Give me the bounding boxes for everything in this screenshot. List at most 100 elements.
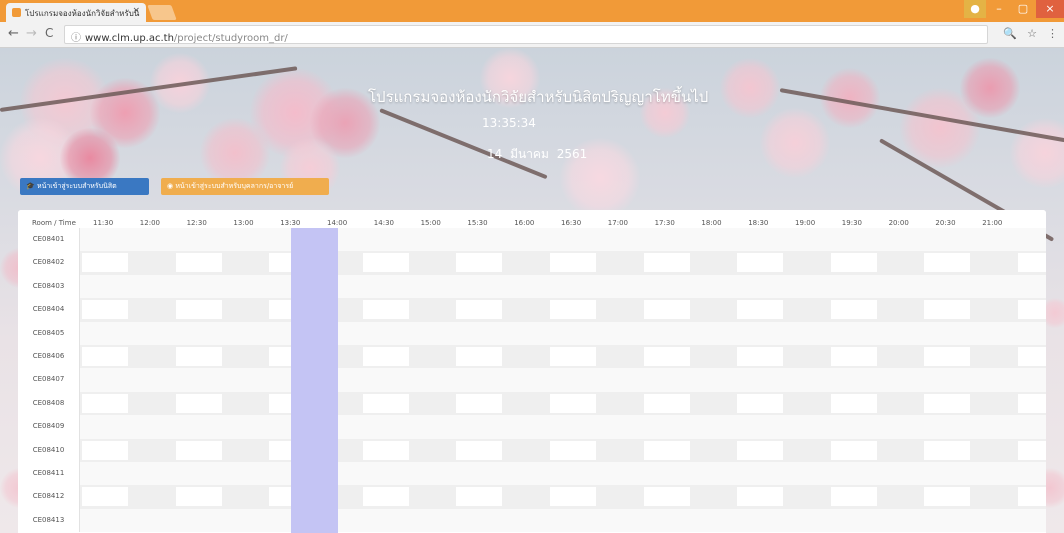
time-slot[interactable] (82, 440, 128, 460)
time-slot[interactable] (82, 511, 128, 530)
time-slot[interactable] (550, 511, 596, 530)
time-slot[interactable] (830, 300, 877, 320)
time-slot[interactable] (456, 300, 503, 320)
time-slot[interactable] (690, 370, 736, 389)
time-slot[interactable] (82, 464, 128, 483)
time-slot[interactable] (971, 324, 1017, 343)
time-slot[interactable] (129, 277, 175, 296)
time-slot[interactable] (831, 277, 877, 296)
zoom-icon[interactable]: 🔍 (1003, 27, 1017, 40)
time-slot[interactable] (410, 511, 456, 530)
time-slot[interactable] (503, 417, 549, 436)
time-slot[interactable] (597, 464, 643, 483)
time-slot[interactable] (690, 417, 736, 436)
time-slot[interactable] (550, 277, 596, 296)
time-slot[interactable] (924, 417, 970, 436)
time-slot[interactable] (971, 417, 1017, 436)
time-slot[interactable] (456, 370, 502, 389)
time-slot[interactable] (737, 464, 783, 483)
time-slot[interactable] (410, 464, 456, 483)
time-slot[interactable] (1018, 347, 1046, 366)
time-slot[interactable] (176, 370, 222, 389)
time-slot[interactable] (737, 370, 783, 389)
time-slot[interactable] (129, 464, 175, 483)
time-slot[interactable] (737, 393, 784, 413)
time-slot[interactable] (690, 511, 736, 530)
time-slot[interactable] (82, 324, 128, 343)
time-slot[interactable] (222, 277, 268, 296)
time-slot[interactable] (878, 230, 924, 249)
time-slot[interactable] (362, 393, 409, 413)
time-slot[interactable] (410, 370, 456, 389)
time-slot[interactable] (550, 417, 596, 436)
time-slot[interactable] (456, 417, 502, 436)
browser-tab[interactable]: โปรแกรมจองห้องนักวิจัยสำหรับนิ × (6, 3, 146, 22)
time-slot[interactable] (362, 440, 409, 460)
time-slot[interactable] (456, 487, 503, 507)
time-slot[interactable] (830, 487, 877, 507)
time-slot[interactable] (1018, 253, 1046, 273)
time-slot[interactable] (878, 511, 924, 530)
time-slot[interactable] (82, 230, 128, 249)
time-slot[interactable] (878, 464, 924, 483)
time-slot[interactable] (175, 300, 222, 320)
time-slot[interactable] (129, 417, 175, 436)
time-slot[interactable] (643, 300, 690, 320)
bookmark-star-icon[interactable]: ☆ (1027, 27, 1037, 40)
time-slot[interactable] (971, 370, 1017, 389)
url-input[interactable]: ⓘ www.clm.up.ac.th/project/studyroom_dr/ (64, 25, 988, 44)
time-slot[interactable] (971, 511, 1017, 530)
time-slot[interactable] (456, 277, 502, 296)
time-slot[interactable] (971, 464, 1017, 483)
time-slot[interactable] (737, 347, 784, 366)
forward-icon[interactable]: → (26, 26, 37, 41)
time-slot[interactable] (597, 324, 643, 343)
time-slot[interactable] (737, 440, 784, 460)
time-slot[interactable] (550, 487, 596, 507)
time-slot[interactable] (82, 487, 128, 507)
time-slot[interactable] (550, 370, 596, 389)
time-slot[interactable] (503, 230, 549, 249)
time-slot[interactable] (82, 417, 128, 436)
time-slot[interactable] (924, 347, 971, 366)
time-slot[interactable] (831, 370, 877, 389)
time-slot[interactable] (878, 277, 924, 296)
time-slot[interactable] (129, 324, 175, 343)
time-slot[interactable] (410, 230, 456, 249)
time-slot[interactable] (644, 324, 690, 343)
maximize-icon[interactable]: ▢ (1012, 0, 1034, 18)
time-slot[interactable] (362, 487, 409, 507)
time-slot[interactable] (82, 393, 128, 413)
time-slot[interactable] (737, 324, 783, 343)
time-slot[interactable] (644, 230, 690, 249)
time-slot[interactable] (924, 464, 970, 483)
time-slot[interactable] (363, 230, 409, 249)
time-slot[interactable] (878, 417, 924, 436)
time-slot[interactable] (550, 324, 596, 343)
time-slot[interactable] (643, 253, 690, 273)
time-slot[interactable] (924, 487, 971, 507)
time-slot[interactable] (362, 300, 409, 320)
time-slot[interactable] (878, 324, 924, 343)
time-slot[interactable] (597, 230, 643, 249)
time-slot[interactable] (644, 417, 690, 436)
time-slot[interactable] (831, 417, 877, 436)
time-slot[interactable] (363, 417, 409, 436)
time-slot[interactable] (503, 277, 549, 296)
time-slot[interactable] (363, 370, 409, 389)
time-slot[interactable] (644, 464, 690, 483)
time-slot[interactable] (737, 487, 784, 507)
time-slot[interactable] (644, 511, 690, 530)
time-slot[interactable] (597, 370, 643, 389)
time-slot[interactable] (690, 324, 736, 343)
time-slot[interactable] (644, 370, 690, 389)
time-slot[interactable] (550, 393, 596, 413)
time-slot[interactable] (362, 253, 409, 273)
time-slot[interactable] (784, 277, 830, 296)
window-close-icon[interactable]: × (1036, 0, 1064, 18)
time-slot[interactable] (550, 253, 596, 273)
time-slot[interactable] (363, 277, 409, 296)
time-slot[interactable] (503, 370, 549, 389)
time-slot[interactable] (129, 370, 175, 389)
menu-icon[interactable]: ⋮ (1047, 27, 1058, 40)
